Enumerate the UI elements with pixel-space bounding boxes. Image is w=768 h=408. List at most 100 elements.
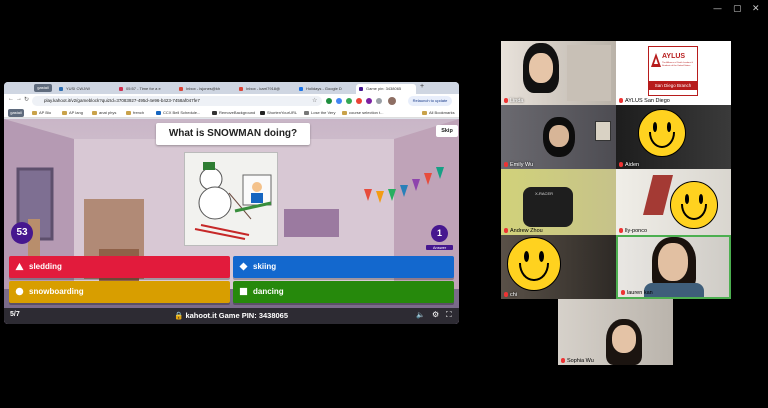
shared-browser-window: gastail YUSI CWJ/W 05:57 - Time for a e … <box>4 82 459 324</box>
person-face <box>549 125 569 147</box>
tab-5-active[interactable]: Game pin: 3438065 <box>356 84 416 94</box>
bookmarks-bar: gastail AP Bio AP lang anat phys french … <box>4 108 459 118</box>
answer-blue[interactable]: skiing <box>233 256 454 278</box>
extension-icon[interactable] <box>346 98 352 104</box>
maximize-button[interactable]: ▢ <box>733 4 742 14</box>
profile-bookmark[interactable]: gastail <box>8 109 24 117</box>
smiley-avatar <box>670 181 718 229</box>
participant-name: Linda <box>504 98 523 104</box>
participant-name: AYLUS San Diego <box>619 98 670 104</box>
tab-1[interactable]: 05:57 - Time for a e <box>116 84 174 94</box>
bookmark-star-icon[interactable]: ☆ <box>312 97 317 104</box>
answer-yellow[interactable]: snowboarding <box>9 281 230 303</box>
game-pin-info: 🔒 kahoot.it Game PIN: 3438065 <box>174 311 288 320</box>
muted-mic-icon <box>504 292 508 298</box>
bookmark-item[interactable]: AP lang <box>62 109 83 117</box>
participant-name: Aiden <box>619 162 639 168</box>
answer-green[interactable]: dancing <box>233 281 454 303</box>
skip-button[interactable]: Skip <box>436 125 458 137</box>
participant-tile-speaking[interactable]: lauren kan <box>616 235 731 299</box>
participant-tile[interactable]: Linda <box>501 41 616 105</box>
muted-mic-icon <box>504 98 508 104</box>
muted-mic-icon <box>504 162 508 168</box>
smiley-avatar <box>507 237 561 291</box>
participant-name: chi <box>504 292 517 298</box>
bookmark-item[interactable]: ShortenYourURL <box>260 109 297 117</box>
aylus-branch: San Diego Branch <box>649 81 697 90</box>
muted-mic-icon <box>619 228 623 234</box>
extension-icon[interactable] <box>336 98 342 104</box>
avatar[interactable] <box>388 97 396 105</box>
bookmark-item[interactable]: CCX Bell Schedule... <box>156 109 200 117</box>
participant-tile[interactable]: chi <box>501 235 616 299</box>
participant-tile[interactable]: lly-ponco <box>616 169 731 235</box>
aylus-tagline: The Alliance of Youth Leaders & Students… <box>662 62 694 67</box>
participant-tile[interactable]: Emily Wu <box>501 105 616 169</box>
person-face <box>529 53 553 83</box>
site-label: kahoot.it <box>185 311 217 320</box>
person-shirt <box>644 283 704 297</box>
new-tab-button[interactable]: + <box>420 83 424 90</box>
settings-icon[interactable]: ⚙ <box>432 310 439 319</box>
answer-count-label: Answer <box>426 245 453 250</box>
extension-icon[interactable] <box>326 98 332 104</box>
extension-icon[interactable] <box>376 98 382 104</box>
question-title: What is SNOWMAN doing? <box>156 123 310 145</box>
profile-badge[interactable]: gastail <box>34 84 52 92</box>
extension-icon[interactable] <box>356 98 362 104</box>
circle-icon <box>15 287 24 296</box>
fullscreen-icon[interactable]: ⛶ <box>446 310 452 320</box>
participant-name: lly-ponco <box>619 228 647 234</box>
square-icon <box>239 287 248 296</box>
tab-2[interactable]: Inbox - lsjones@kh <box>176 84 234 94</box>
participant-name: lauren kan <box>621 290 653 296</box>
game-pin: 3438065 <box>258 311 289 320</box>
game-pin-label: Game PIN: <box>218 311 257 320</box>
participant-tile[interactable]: Aiden <box>616 105 731 169</box>
back-icon[interactable]: ← <box>8 96 14 102</box>
game-footer: 5/7 🔒 kahoot.it Game PIN: 3438065 🔈 ⚙ ⛶ <box>4 308 459 324</box>
participant-tile[interactable]: AYLUS The Alliance of Youth Leaders & St… <box>616 41 731 105</box>
tab-0[interactable]: YUSI CWJ/W <box>56 84 114 94</box>
close-button[interactable]: ✕ <box>752 4 760 14</box>
bookmark-item[interactable]: french <box>126 109 144 117</box>
lock-icon: 🔒 <box>174 311 184 320</box>
tab-3[interactable]: Inbox - karrl7918@ <box>236 84 294 94</box>
bookmark-item[interactable]: AP Bio <box>32 109 51 117</box>
address-bar[interactable]: play.kahoot.it/v2/gameblock?quizId=37083… <box>32 96 322 106</box>
tab-4[interactable]: Holidays - Google D <box>296 84 354 94</box>
participant-tile[interactable]: X-RACER Andrew Zhou <box>501 169 616 235</box>
muted-mic-icon <box>504 228 508 234</box>
aylus-wordmark: AYLUS <box>662 53 686 60</box>
aylus-logo: AYLUS The Alliance of Youth Leaders & St… <box>648 46 698 96</box>
muted-mic-icon <box>619 162 623 168</box>
participant-tile[interactable]: Sophia Wu <box>558 299 673 365</box>
forward-icon[interactable]: → <box>16 96 22 102</box>
person-face <box>658 243 688 281</box>
participant-name: Andrew Zhou <box>504 228 543 234</box>
smiley-avatar <box>638 109 686 157</box>
answer-red[interactable]: sledding <box>9 256 230 278</box>
answer-count: 1 <box>431 225 448 242</box>
muted-mic-icon <box>619 98 623 104</box>
reload-icon[interactable]: ↻ <box>24 96 29 103</box>
all-bookmarks[interactable]: All Bookmarks <box>422 109 455 117</box>
snowman-skiing-illustration <box>194 162 272 240</box>
extension-icon[interactable] <box>366 98 372 104</box>
diamond-icon <box>239 262 248 271</box>
kahoot-game: What is SNOWMAN doing? Skip 53 1 Answer <box>4 119 459 324</box>
question-image <box>184 152 278 246</box>
chair-brand: X-RACER <box>535 191 554 196</box>
background-shelf <box>567 45 611 101</box>
bookmark-item[interactable]: RemoveBackground <box>212 109 255 117</box>
minimize-button[interactable]: — <box>713 4 722 14</box>
timer-badge: 53 <box>11 222 33 244</box>
background-object <box>643 175 673 215</box>
volume-icon[interactable]: 🔈 <box>416 311 425 319</box>
relaunch-button[interactable]: Relaunch to update <box>408 96 452 106</box>
bookmark-item[interactable]: Lose the Very <box>304 109 335 117</box>
bookmark-item[interactable]: course selection t... <box>342 109 383 117</box>
bookmark-item[interactable]: anat phys <box>92 109 116 117</box>
wall-frame <box>595 121 611 141</box>
participant-name: Emily Wu <box>504 162 533 168</box>
